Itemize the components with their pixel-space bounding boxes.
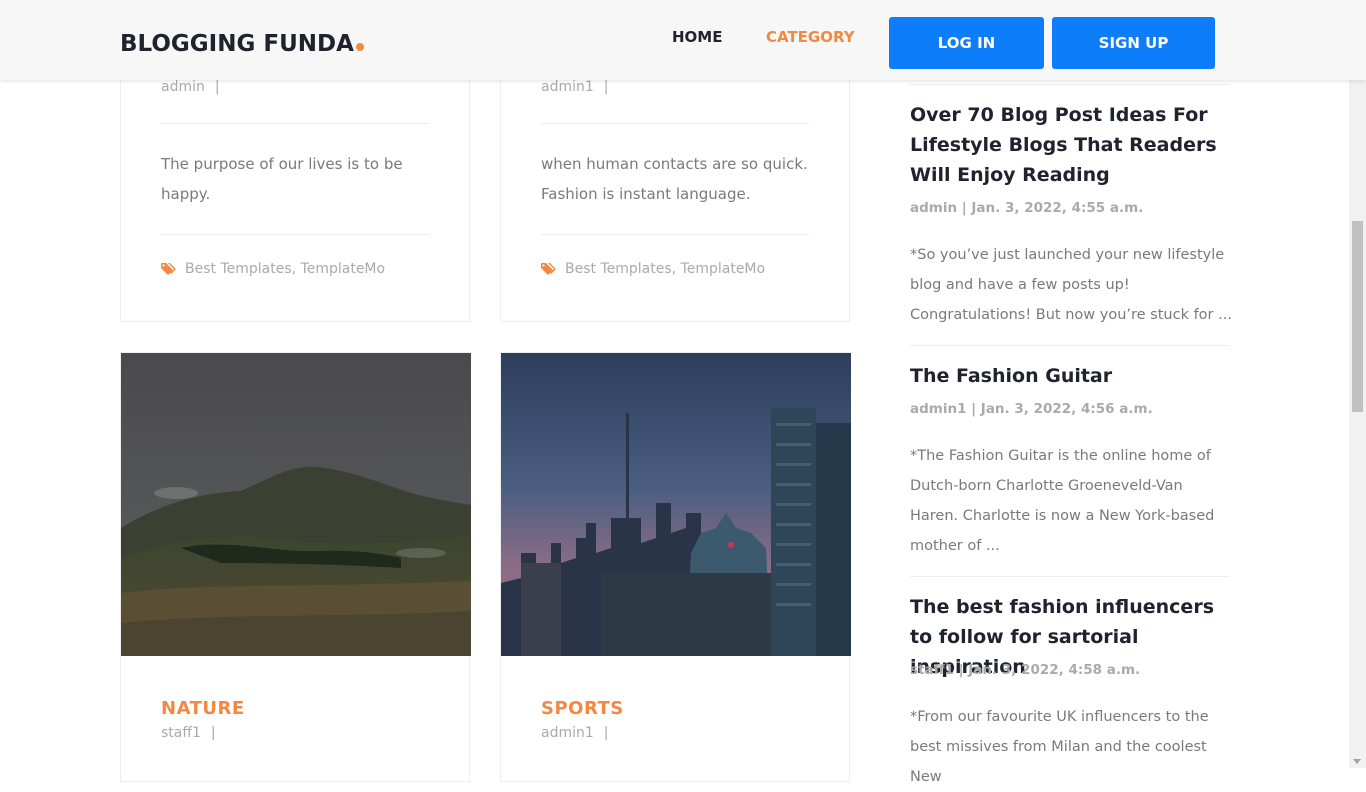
sidebar-post-meta: admin | Jan. 3, 2022, 4:55 a.m. (910, 200, 1144, 216)
category-card: NATURE staff1 | (120, 352, 471, 782)
tags-icon (161, 263, 176, 275)
meta-separator: | (214, 79, 220, 95)
post-meta: staff1 | (161, 725, 216, 741)
tag-link[interactable]: Best Templates (185, 261, 292, 277)
sidebar-divider (910, 84, 1230, 85)
post-meta: admin1 | (541, 725, 609, 741)
post-card: admin1 | when human contacts are so quick… (500, 60, 850, 322)
signup-button[interactable]: SIGN UP (1052, 17, 1215, 69)
post-author[interactable]: admin1 (541, 725, 594, 741)
post-author[interactable]: staff1 (161, 725, 201, 741)
meta-separator: | (603, 79, 609, 95)
tags-icon (541, 263, 556, 275)
tag-comma: , (291, 261, 301, 277)
sidebar-post-excerpt: *The Fashion Guitar is the online home o… (910, 448, 1215, 554)
post-author[interactable]: admin1 (541, 79, 594, 95)
category-title[interactable]: SPORTS (541, 698, 624, 719)
site-header: BLOGGING FUNDA HOME CATEGORY LOG IN SIGN… (0, 0, 1366, 80)
post-author[interactable]: admin (161, 79, 205, 95)
category-title[interactable]: NATURE (161, 698, 245, 719)
card-divider (541, 234, 809, 235)
sidebar-divider (910, 576, 1230, 577)
tag-link[interactable]: TemplateMo (301, 261, 386, 277)
card-divider (541, 123, 809, 124)
sidebar-post-excerpt: *From our favourite UK influencers to th… (910, 709, 1209, 785)
page-scrollbar[interactable] (1349, 0, 1366, 768)
sidebar-post-excerpt: *So you’ve just launched your new lifest… (910, 247, 1232, 323)
post-excerpt: The purpose of our lives is to be happy. (161, 155, 403, 203)
meta-separator: | (210, 725, 216, 741)
site-logo[interactable]: BLOGGING FUNDA (120, 31, 364, 57)
city-skyline-illustration (501, 353, 851, 656)
logo-text[interactable]: BLOGGING FUNDA (120, 31, 354, 57)
city-skyline-image[interactable] (501, 353, 851, 656)
post-meta: admin | (161, 79, 220, 95)
login-button[interactable]: LOG IN (889, 17, 1044, 69)
category-card: SPORTS admin1 | (500, 352, 851, 782)
nav-category-link[interactable]: CATEGORY (766, 28, 855, 46)
mountain-landscape-illustration (121, 353, 471, 656)
logo-dot-icon (355, 43, 364, 51)
post-meta: admin1 | (541, 79, 609, 95)
nav-home-link[interactable]: HOME (672, 28, 722, 46)
scroll-down-icon[interactable] (1353, 759, 1361, 764)
mountain-landscape-image[interactable] (121, 353, 471, 656)
tag-comma: , (671, 261, 681, 277)
post-tags: Best Templates, TemplateMo (161, 261, 385, 277)
post-excerpt: when human contacts are so quick. Fashio… (541, 155, 808, 203)
card-divider (161, 123, 429, 124)
sidebar-post-meta: staff1 | Jan. 3, 2022, 4:58 a.m. (910, 662, 1141, 678)
tag-link[interactable]: TemplateMo (681, 261, 766, 277)
post-card: admin | The purpose of our lives is to be… (120, 60, 470, 322)
sidebar-post-meta: admin1 | Jan. 3, 2022, 4:56 a.m. (910, 401, 1153, 417)
sidebar-divider (910, 345, 1230, 346)
meta-separator: | (603, 725, 609, 741)
sidebar-post-title[interactable]: The Fashion Guitar (910, 361, 1235, 391)
sidebar-post-title[interactable]: Over 70 Blog Post Ideas For Lifestyle Bl… (910, 100, 1235, 190)
post-tags: Best Templates, TemplateMo (541, 261, 765, 277)
scrollbar-thumb[interactable] (1352, 221, 1363, 412)
card-divider (161, 234, 429, 235)
tag-link[interactable]: Best Templates (565, 261, 672, 277)
